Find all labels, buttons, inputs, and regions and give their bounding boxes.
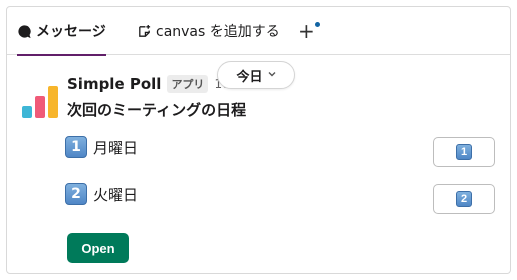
tab-canvas-label: canvas を追加する (156, 24, 280, 40)
date-label: 今日 (236, 69, 263, 85)
open-button[interactable]: Open (67, 233, 129, 263)
speech-bubble-icon (17, 24, 32, 39)
simple-poll-logo[interactable] (20, 80, 60, 120)
poll-option: 1 月曜日 (65, 136, 138, 158)
date-divider-pill[interactable]: 今日 (217, 61, 295, 89)
tab-add-canvas[interactable]: canvas を追加する (137, 7, 280, 55)
message-header: Simple Poll アプリ 10:0 (67, 75, 241, 93)
vote-option-1-button[interactable]: 1 (433, 137, 495, 167)
keycap-one-icon: 1 (456, 144, 472, 160)
poll-option-label: 月曜日 (93, 138, 139, 157)
tab-messages[interactable]: メッセージ (17, 7, 106, 56)
keycap-one-icon: 1 (65, 136, 87, 158)
app-badge: アプリ (167, 75, 209, 93)
notification-dot (315, 22, 320, 27)
tab-messages-label: メッセージ (36, 24, 106, 40)
chevron-down-icon (268, 70, 276, 80)
vote-option-2-button[interactable]: 2 (433, 184, 495, 214)
poll-option: 2 火曜日 (65, 183, 138, 205)
keycap-two-icon: 2 (456, 191, 472, 207)
keycap-two-icon: 2 (65, 183, 87, 205)
plus-icon: + (298, 19, 315, 43)
message-pane: メッセージ canvas を追加する + Simple Poll アプリ 10:… (6, 6, 511, 274)
poll-option-label: 火曜日 (93, 185, 139, 204)
canvas-plus-icon (137, 24, 152, 39)
add-tab-button[interactable]: + (298, 7, 315, 55)
poll-title: 次回のミーティングの日程 (67, 101, 247, 119)
channel-tab-bar: メッセージ canvas を追加する + (7, 7, 510, 56)
sender-name[interactable]: Simple Poll (67, 75, 161, 93)
